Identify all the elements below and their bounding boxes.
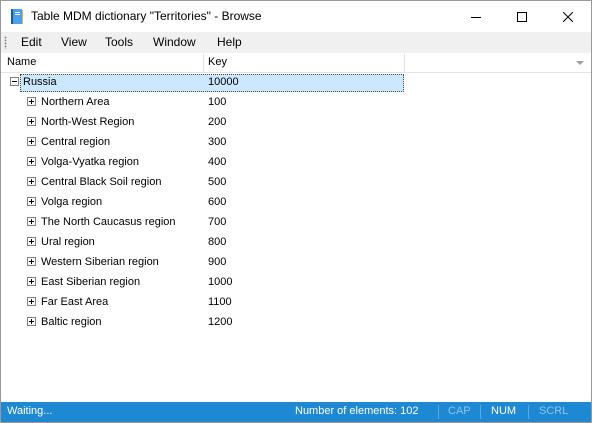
tree-row-key: 1000 <box>208 276 233 288</box>
tree-row-key: 600 <box>208 196 227 208</box>
tree-row-key: 1200 <box>208 316 233 328</box>
tree-row-key: 200 <box>208 116 227 128</box>
menu-tools[interactable]: Tools <box>105 35 133 49</box>
tree-row-name: East Siberian region <box>41 276 141 288</box>
tree-row-name: Central Black Soil region <box>41 176 162 188</box>
tree-row-key: 500 <box>208 176 227 188</box>
tree-row[interactable]: East Siberian region 1000 <box>1 273 591 293</box>
status-divider <box>528 405 529 419</box>
tree-row-key: 300 <box>208 136 227 148</box>
tree-row-name: North-West Region <box>41 116 135 128</box>
tree-row-name: Russia <box>23 76 57 88</box>
element-count: Number of elements: 102 <box>295 405 419 417</box>
tree-row-key: 800 <box>208 236 227 248</box>
tree-row-name: Central region <box>41 136 111 148</box>
expand-icon[interactable] <box>27 317 36 326</box>
column-divider[interactable] <box>203 54 204 72</box>
menu-view[interactable]: View <box>61 35 87 49</box>
cap-indicator: CAP <box>448 405 471 417</box>
tree-row-key: 700 <box>208 216 227 228</box>
chevron-down-icon[interactable] <box>576 61 584 65</box>
close-icon <box>563 11 573 22</box>
tree-row-name: Ural region <box>41 236 95 248</box>
tree-row[interactable]: Northern Area 100 <box>1 93 591 113</box>
tree-row-key: 10000 <box>208 76 239 88</box>
menu-edit[interactable]: Edit <box>21 35 42 49</box>
tree-row-name: The North Caucasus region <box>41 216 176 228</box>
expand-icon[interactable] <box>27 177 36 186</box>
tree-row[interactable]: Central region 300 <box>1 133 591 153</box>
tree-row[interactable]: Western Siberian region 900 <box>1 253 591 273</box>
expand-icon[interactable] <box>27 97 36 106</box>
tree-row-key: 400 <box>208 156 227 168</box>
expand-icon[interactable] <box>27 217 36 226</box>
tree-row[interactable]: Ural region 800 <box>1 233 591 253</box>
tree-grid[interactable]: Name Key Russia 10000 Northern Area 100 <box>1 54 591 402</box>
menu-bar: Edit View Tools Window Help <box>1 32 591 53</box>
expand-icon[interactable] <box>27 157 36 166</box>
window-title: Table MDM dictionary "Territories" - Bro… <box>31 9 262 23</box>
tree-row[interactable]: Far East Area 1100 <box>1 293 591 313</box>
close-button[interactable] <box>545 1 591 32</box>
tree-row-key: 1100 <box>208 296 232 308</box>
expand-icon[interactable] <box>27 137 36 146</box>
grid-header: Name Key <box>1 54 591 73</box>
tree-row-name: Far East Area <box>41 296 109 308</box>
menu-help[interactable]: Help <box>217 35 242 49</box>
status-divider <box>438 405 439 419</box>
tree-row[interactable]: Central Black Soil region 500 <box>1 173 591 193</box>
column-header-name[interactable]: Name <box>7 56 36 68</box>
minimize-button[interactable] <box>453 1 499 32</box>
menu-window[interactable]: Window <box>153 35 196 49</box>
expand-icon[interactable] <box>27 277 36 286</box>
maximize-icon <box>517 11 527 22</box>
status-divider <box>480 405 481 419</box>
expand-icon[interactable] <box>27 297 36 306</box>
tree-row-name: Volga-Vyatka region <box>41 156 140 168</box>
minimize-icon <box>471 12 481 22</box>
column-header-key[interactable]: Key <box>208 56 227 68</box>
expand-icon[interactable] <box>27 197 36 206</box>
tree-row-key: 900 <box>208 256 227 268</box>
tree-row[interactable]: North-West Region 200 <box>1 113 591 133</box>
collapse-icon[interactable] <box>10 77 19 86</box>
expand-icon[interactable] <box>27 237 36 246</box>
tree-row[interactable]: Baltic region 1200 <box>1 313 591 333</box>
expand-icon[interactable] <box>27 257 36 266</box>
tree-row[interactable]: The North Caucasus region 700 <box>1 213 591 233</box>
tree-row-key: 100 <box>208 96 227 108</box>
browse-window: Table MDM dictionary "Territories" - Bro… <box>0 0 592 423</box>
tree-row-name: Volga region <box>41 196 103 208</box>
tree-row[interactable]: Volga region 600 <box>1 193 591 213</box>
tree-row-root[interactable]: Russia 10000 <box>1 73 591 93</box>
tree-row-name: Northern Area <box>41 96 110 108</box>
tree-row-name: Baltic region <box>41 316 102 328</box>
maximize-button[interactable] <box>499 1 545 32</box>
status-bar: Waiting... Number of elements: 102 CAP N… <box>1 402 591 422</box>
expand-icon[interactable] <box>27 117 36 126</box>
scrl-indicator: SCRL <box>539 405 569 417</box>
book-icon <box>10 8 24 25</box>
title-bar[interactable]: Table MDM dictionary "Territories" - Bro… <box>1 1 591 32</box>
column-divider[interactable] <box>404 54 405 72</box>
num-indicator: NUM <box>491 405 517 417</box>
tree-row-name: Western Siberian region <box>41 256 159 268</box>
toolbar-grip-icon[interactable] <box>4 36 7 49</box>
tree-row[interactable]: Volga-Vyatka region 400 <box>1 153 591 173</box>
status-state: Waiting... <box>7 405 53 417</box>
